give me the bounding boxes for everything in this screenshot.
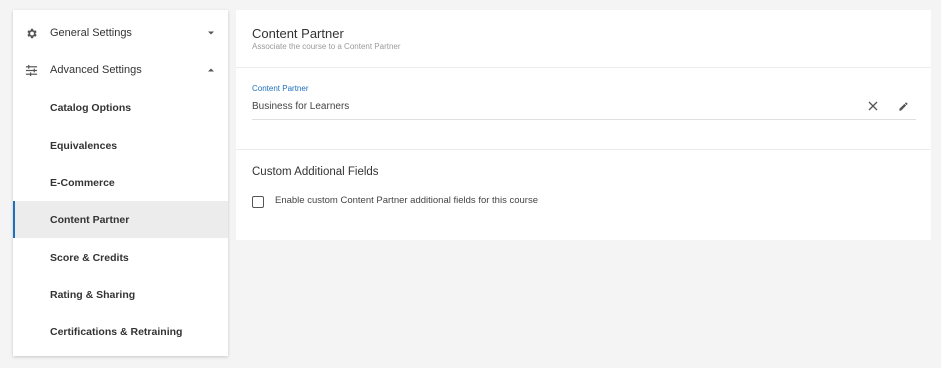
custom-fields-section-title: Custom Additional Fields	[252, 166, 379, 178]
content-partner-field-value[interactable]: Business for Learners	[252, 101, 349, 112]
settings-sidebar: General Settings Advanced Settings Catal…	[13, 10, 228, 356]
close-icon[interactable]	[867, 100, 879, 112]
content-partner-panel: Content Partner Associate the course to …	[236, 10, 931, 240]
page-title: Content Partner	[252, 26, 344, 41]
field-underline	[252, 119, 916, 120]
nav-group-general-settings[interactable]: General Settings	[13, 16, 228, 50]
gear-icon	[24, 26, 38, 40]
content-partner-field-label: Content Partner	[252, 84, 309, 93]
pencil-icon[interactable]	[897, 100, 909, 112]
sidebar-item-label: Equivalences	[50, 139, 118, 152]
enable-custom-fields-checkbox[interactable]	[252, 196, 264, 208]
sidebar-item-label: Content Partner	[50, 213, 130, 226]
sidebar-item-label: E-Commerce	[50, 176, 115, 189]
section-divider	[236, 149, 931, 150]
sidebar-item-label: Certifications & Retraining	[50, 325, 183, 338]
section-divider	[236, 67, 931, 68]
nav-group-label: Advanced Settings	[50, 64, 142, 76]
enable-custom-fields-label[interactable]: Enable custom Content Partner additional…	[275, 195, 538, 206]
sidebar-item-score-credits[interactable]: Score & Credits	[13, 239, 228, 276]
sidebar-item-label: Score & Credits	[50, 251, 129, 264]
chevron-down-icon	[207, 29, 215, 37]
sliders-icon	[24, 63, 38, 77]
sidebar-item-e-commerce[interactable]: E-Commerce	[13, 164, 228, 201]
sidebar-item-label: Catalog Options	[50, 101, 132, 114]
chevron-up-icon	[207, 66, 215, 74]
nav-group-advanced-settings[interactable]: Advanced Settings	[13, 53, 228, 87]
nav-group-label: General Settings	[50, 27, 132, 39]
sidebar-item-equivalences[interactable]: Equivalences	[13, 127, 228, 164]
sidebar-item-certifications-retraining[interactable]: Certifications & Retraining	[13, 313, 228, 350]
sidebar-item-content-partner[interactable]: Content Partner	[13, 201, 228, 238]
sidebar-item-rating-sharing[interactable]: Rating & Sharing	[13, 276, 228, 313]
sidebar-item-catalog-options[interactable]: Catalog Options	[13, 89, 228, 126]
page-subtitle: Associate the course to a Content Partne…	[252, 42, 401, 51]
sidebar-item-label: Rating & Sharing	[50, 288, 136, 301]
